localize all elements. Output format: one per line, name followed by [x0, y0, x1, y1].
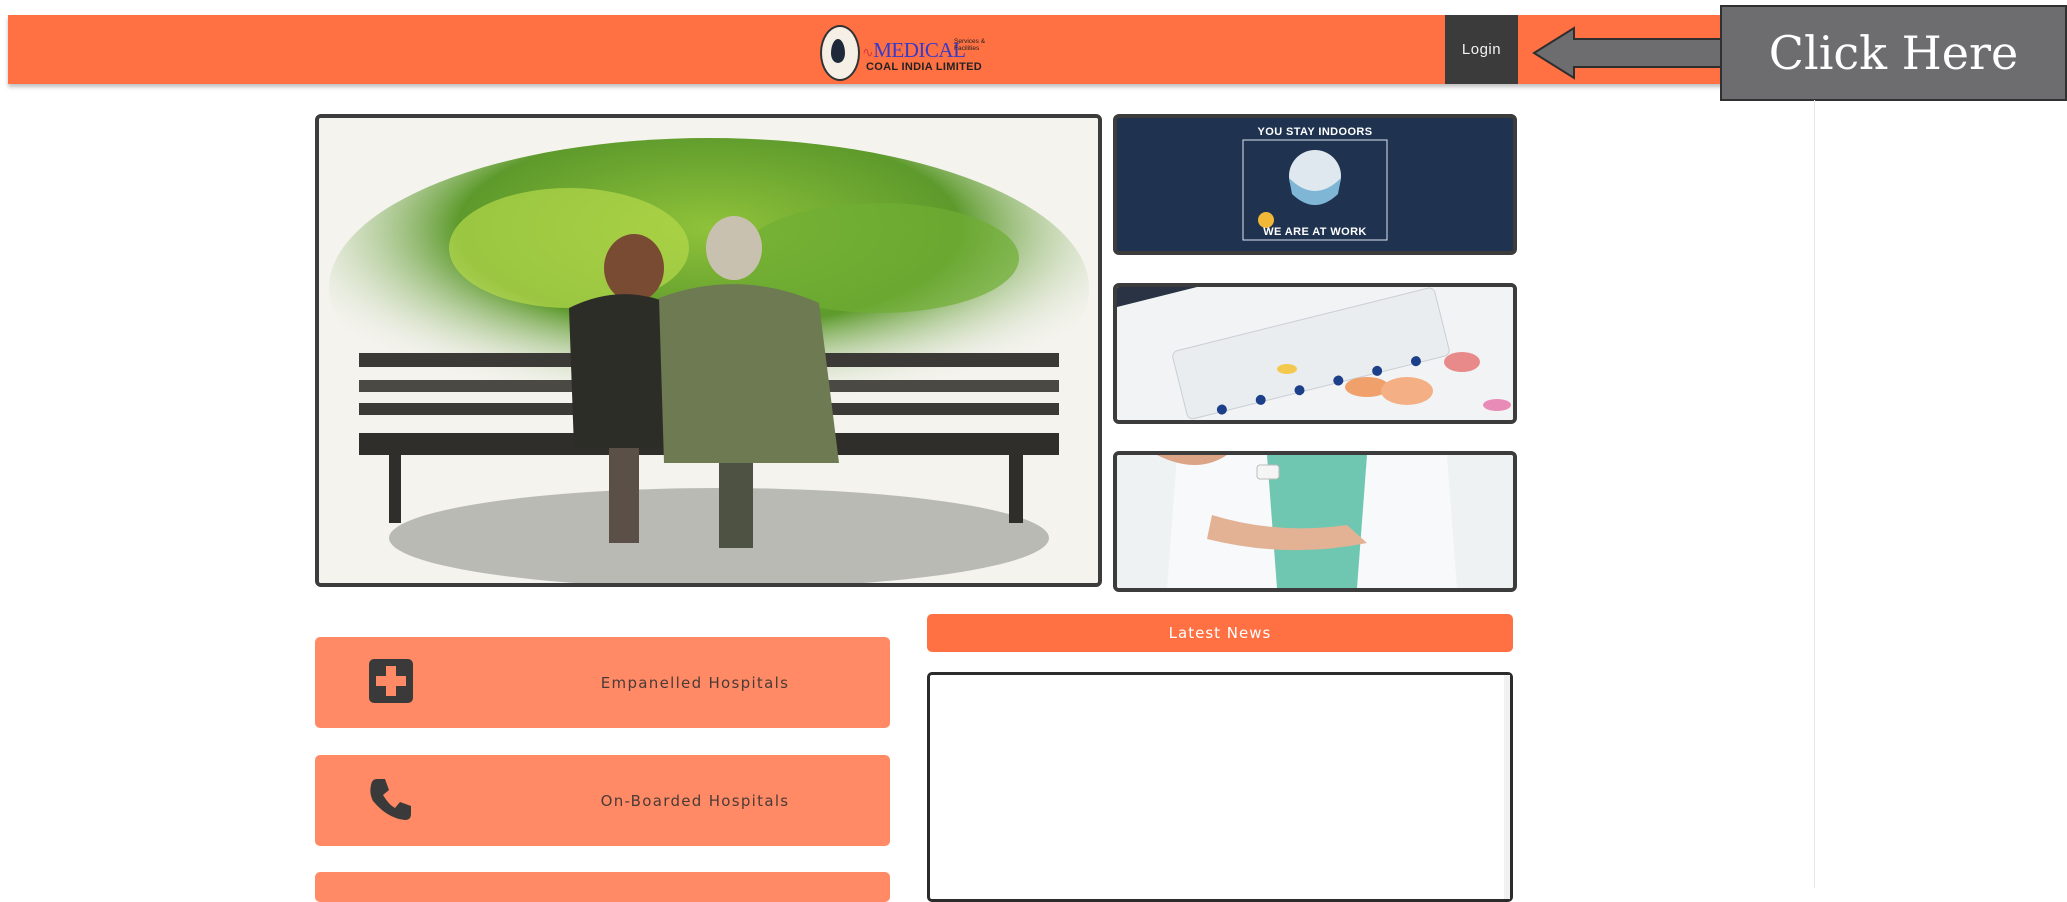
logo-small-text: Services & Facilities: [954, 38, 986, 52]
empanelled-hospitals-button[interactable]: Empanelled Hospitals: [315, 637, 890, 728]
logo-org-name: COAL INDIA LIMITED: [866, 61, 983, 73]
on-boarded-hospitals-button[interactable]: On-Boarded Hospitals: [315, 755, 890, 846]
doctor-sanitizer-image: [1113, 451, 1517, 592]
arrow-left-icon: [1532, 26, 1722, 80]
pill-organizer-image: [1113, 283, 1517, 424]
coal-india-seal-icon: [820, 25, 860, 81]
logo-brand-word: MEDICAL: [873, 38, 966, 62]
empanelled-hospitals-label: Empanelled Hospitals: [600, 673, 790, 692]
login-button[interactable]: Login: [1445, 15, 1518, 84]
right-column-divider: [1814, 100, 1815, 888]
phone-icon: [370, 779, 411, 820]
latest-news-header: Latest News: [927, 614, 1513, 652]
hospital-plus-icon: [369, 659, 413, 703]
coal-india-medical-logo[interactable]: ∿MEDICAL Services & Facilities COAL INDI…: [820, 24, 992, 81]
on-boarded-hospitals-label: On-Boarded Hospitals: [600, 791, 790, 810]
news-scrollbar[interactable]: [1504, 675, 1510, 899]
latest-news-panel[interactable]: [927, 672, 1513, 902]
hero-image-couple-on-bench: [315, 114, 1102, 587]
stay-indoors-poster-image: YOU STAY INDOORS WE ARE AT WORK: [1113, 114, 1517, 255]
third-service-button[interactable]: [315, 872, 890, 902]
click-here-callout[interactable]: Click Here: [1720, 5, 2067, 101]
poster-bottom-text: WE ARE AT WORK: [1263, 226, 1367, 238]
